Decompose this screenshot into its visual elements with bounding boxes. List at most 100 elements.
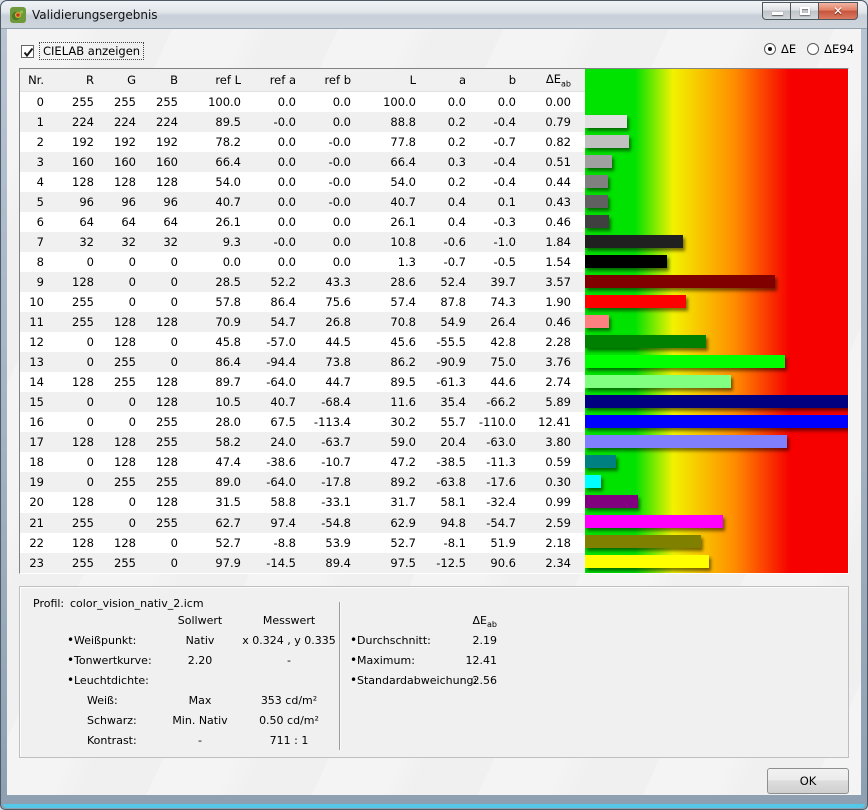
cell-b: 0 [136, 352, 178, 372]
cell-ref-b: 0.0 [296, 91, 351, 112]
cell-g: 128 [94, 332, 136, 352]
table-row: 160025528.067.5-113.430.255.7-110.012.41 [20, 412, 585, 432]
cell-r: 255 [44, 91, 94, 112]
window-controls: ✕ [763, 2, 858, 21]
cell-r: 0 [44, 332, 94, 352]
check-icon [23, 47, 34, 58]
delta-e-bar [585, 495, 638, 508]
cell-ref-a: -0.0 [241, 232, 296, 252]
cell-ref-l: 62.7 [178, 513, 241, 533]
cell-r: 128 [44, 432, 94, 452]
delta-e-bar [585, 235, 683, 248]
cell-g: 255 [94, 553, 136, 573]
cell-ref-l: 97.9 [178, 553, 241, 573]
delta-e-bar [585, 535, 701, 548]
table-row: 1125512812870.954.726.870.854.926.40.46 [20, 312, 585, 332]
cell-l: 30.2 [351, 412, 416, 432]
delta-e-bar [585, 155, 612, 168]
cell-l: 86.2 [351, 352, 416, 372]
summary-row: Kontrast:-711 : 1 [20, 734, 848, 750]
cell-nr: 17 [20, 432, 44, 452]
summary-row-label: Weiß: [87, 694, 118, 707]
cell-r: 32 [44, 232, 94, 252]
cell-delta-e: 3.76 [516, 352, 571, 372]
cell-l: 89.5 [351, 372, 416, 392]
stat-value: 12.41 [437, 654, 497, 667]
close-icon: ✕ [819, 4, 857, 18]
cell-g: 0 [94, 412, 136, 432]
title-bar[interactable]: Validierungsergebnis ✕ [1, 1, 867, 29]
cell-ref-a: -57.0 [241, 332, 296, 352]
cell-delta-e: 2.59 [516, 513, 571, 533]
close-button[interactable]: ✕ [818, 2, 858, 20]
cell-g: 0 [94, 252, 136, 272]
cielab-checkbox[interactable] [21, 45, 34, 58]
cell-ref-b: -54.8 [296, 513, 351, 533]
table-row: 596969640.70.0-0.040.70.40.10.43 [20, 192, 585, 212]
ok-button[interactable]: OK [767, 768, 849, 794]
summary-row-label: Kontrast: [87, 734, 137, 747]
cell-ref-a: -64.0 [241, 472, 296, 492]
cell-b: 96 [136, 192, 178, 212]
cell-ref-l: 78.2 [178, 132, 241, 152]
cell-nr: 10 [20, 292, 44, 312]
cell-nr: 23 [20, 553, 44, 573]
cell-a: 94.8 [416, 513, 466, 533]
table-row: 91280028.552.243.328.652.439.73.57 [20, 272, 585, 292]
cell-a: 35.4 [416, 392, 466, 412]
cell-r: 192 [44, 132, 94, 152]
table-row: 21255025562.797.4-54.862.994.8-54.72.59 [20, 513, 585, 533]
table-row: 219219219278.20.0-0.077.80.2-0.70.82 [20, 132, 585, 152]
cell-nr: 19 [20, 472, 44, 492]
cell-b: 0.0 [466, 91, 516, 112]
cell-ref-a: 86.4 [241, 292, 296, 312]
cell-ref-b: 0.0 [296, 232, 351, 252]
minimize-button[interactable] [762, 2, 791, 20]
delta-e94-radio[interactable] [807, 43, 819, 55]
cell-a: 55.7 [416, 412, 466, 432]
cell-b: 0 [136, 272, 178, 292]
cell-b: 0 [136, 332, 178, 352]
delta-e-radio[interactable] [764, 43, 776, 55]
cell-delta-e: 2.34 [516, 553, 571, 573]
table-row: 1412825512889.7-64.044.789.5-61.344.62.7… [20, 372, 585, 392]
cell-b: -0.3 [466, 212, 516, 232]
delta-e-bar [585, 355, 785, 368]
cell-a: 0.3 [416, 152, 466, 172]
cell-l: 11.6 [351, 392, 416, 412]
table-row: 20128012831.558.8-33.131.758.1-32.40.99 [20, 492, 585, 512]
cell-b: 0.1 [466, 192, 516, 212]
cell-l: 62.9 [351, 513, 416, 533]
cell-g: 128 [94, 432, 136, 452]
cell-b: -66.2 [466, 392, 516, 412]
cell-l: 89.2 [351, 472, 416, 492]
col-header-ref-l: ref L [178, 69, 241, 91]
cell-nr: 21 [20, 513, 44, 533]
cell-b: 224 [136, 112, 178, 132]
col-header-b: B [136, 69, 178, 91]
cell-r: 128 [44, 172, 94, 192]
cell-l: 97.5 [351, 553, 416, 573]
cell-b: 0 [136, 252, 178, 272]
cell-b: 42.8 [466, 332, 516, 352]
cell-b: 128 [136, 172, 178, 192]
delta-e-bar [585, 555, 709, 568]
cell-ref-l: 66.4 [178, 152, 241, 172]
cell-ref-b: -33.1 [296, 492, 351, 512]
cell-l: 66.4 [351, 152, 416, 172]
col-header-l: L [351, 69, 416, 91]
cell-a: -8.1 [416, 533, 466, 553]
cell-ref-a: -38.6 [241, 452, 296, 472]
cell-ref-l: 58.2 [178, 432, 241, 452]
table-row: 316016016066.40.0-0.066.40.3-0.40.51 [20, 152, 585, 172]
cell-ref-b: 0.0 [296, 112, 351, 132]
cell-l: 10.8 [351, 232, 416, 252]
cell-ref-b: 73.8 [296, 352, 351, 372]
cell-delta-e: 1.84 [516, 232, 571, 252]
cell-ref-l: 45.8 [178, 332, 241, 352]
cell-b: 128 [136, 452, 178, 472]
cell-b: 44.6 [466, 372, 516, 392]
cell-ref-l: 70.9 [178, 312, 241, 332]
cell-r: 160 [44, 152, 94, 172]
maximize-button[interactable] [790, 2, 819, 20]
